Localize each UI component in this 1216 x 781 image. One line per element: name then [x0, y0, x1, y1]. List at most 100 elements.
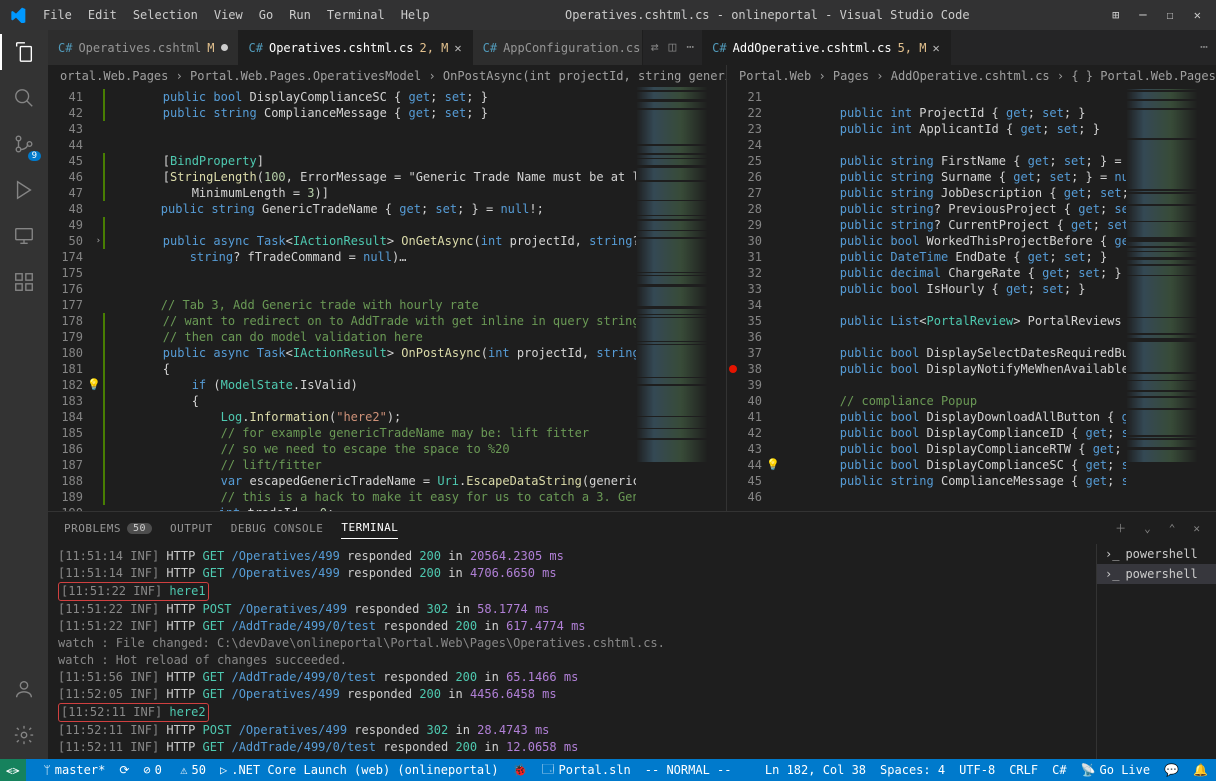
tab-Operatives-cshtml-cs[interactable]: C#Operatives.cshtml.cs 2, M ✕ — [239, 30, 473, 65]
code-line[interactable]: public bool IsHourly { get; set; } — [782, 281, 1126, 297]
code-line[interactable] — [782, 137, 1126, 153]
notifications-icon[interactable]: 🔔 — [1193, 763, 1208, 777]
code-line[interactable]: public async Task<IActionResult> OnPostA… — [103, 345, 636, 361]
tab-AppConfiguration-cs[interactable]: C#AppConfiguration.cs M — [473, 30, 643, 65]
remote-indicator[interactable]: ⪪⪫ — [0, 759, 26, 781]
tab-terminal[interactable]: TERMINAL — [341, 521, 398, 539]
code-line[interactable]: public decimal ChargeRate { get; set; } — [782, 265, 1126, 281]
code-line[interactable]: // lift/fitter — [103, 457, 636, 473]
tab-AddOperative-cshtml-cs[interactable]: C#AddOperative.cshtml.cs 5, M ✕ — [702, 30, 951, 65]
code-line[interactable]: public bool DisplayComplianceRTW { get; … — [782, 441, 1126, 457]
code-line[interactable]: [BindProperty] — [103, 153, 636, 169]
settings-icon[interactable] — [10, 721, 38, 749]
code-line[interactable]: public List<PortalReview> PortalReviews … — [782, 313, 1126, 329]
code-line[interactable]: int tradeId = 0; — [103, 505, 636, 511]
code-line[interactable]: public string ComplianceMessage { get; s… — [103, 105, 636, 121]
menu-terminal[interactable]: Terminal — [319, 8, 393, 22]
encoding-status[interactable]: UTF-8 — [959, 763, 995, 777]
remote-explorer-icon[interactable] — [10, 222, 38, 250]
code-line[interactable]: var escapedGenericTradeName = Uri.Escape… — [103, 473, 636, 489]
new-terminal-icon[interactable]: ＋ — [1115, 520, 1126, 536]
code-line[interactable] — [782, 89, 1126, 105]
code-line[interactable]: public bool DisplayComplianceSC { get; s… — [782, 457, 1126, 473]
tab-output[interactable]: OUTPUT — [170, 522, 213, 535]
code-line[interactable]: public bool DisplayNotifyMeWhenAvailable… — [782, 361, 1126, 377]
minimap-right[interactable] — [1126, 87, 1216, 511]
code-line[interactable] — [103, 121, 636, 137]
source-control-icon[interactable]: 9 — [10, 130, 38, 158]
code-line[interactable] — [103, 217, 636, 233]
code-line[interactable]: public string? PreviousProject { get; se… — [782, 201, 1126, 217]
code-line[interactable]: public bool DisplaySelectDatesRequiredBu… — [782, 345, 1126, 361]
code-line[interactable] — [782, 297, 1126, 313]
code-line[interactable] — [782, 377, 1126, 393]
code-line[interactable]: public string Surname { get; set; } = nu… — [782, 169, 1126, 185]
extensions-icon[interactable] — [10, 268, 38, 296]
code-line[interactable]: public bool DisplayComplianceSC { get; s… — [103, 89, 636, 105]
debug-launch[interactable]: ▷ .NET Core Launch (web) (onlineportal) — [220, 763, 499, 777]
code-line[interactable]: // compliance Popup — [782, 393, 1126, 409]
search-icon[interactable] — [10, 84, 38, 112]
breadcrumb-right[interactable]: Portal.Web › Pages › AddOperative.cshtml… — [727, 65, 1216, 87]
editor-left[interactable]: ortal.Web.Pages › Portal.Web.Pages.Opera… — [48, 65, 726, 511]
breadcrumb-left[interactable]: ortal.Web.Pages › Portal.Web.Pages.Opera… — [48, 65, 726, 87]
minimize-icon[interactable]: ─ — [1139, 8, 1146, 22]
code-line[interactable]: Log.Information("here2"); — [103, 409, 636, 425]
split-icon[interactable]: ◫ — [669, 40, 677, 55]
code-line[interactable]: public bool WorkedThisProjectBefore { ge… — [782, 233, 1126, 249]
account-icon[interactable] — [10, 675, 38, 703]
lightbulb-icon[interactable]: 💡 — [766, 457, 780, 473]
explorer-icon[interactable] — [10, 38, 38, 66]
git-branch[interactable]: ᛘ master* — [44, 763, 106, 777]
compare-icon[interactable]: ⇄ — [651, 40, 659, 55]
code-line[interactable]: public string ComplianceMessage { get; s… — [782, 473, 1126, 489]
terminal-session[interactable]: ›_ powershell — [1097, 564, 1216, 584]
editor-right[interactable]: Portal.Web › Pages › AddOperative.cshtml… — [726, 65, 1216, 511]
code-line[interactable] — [103, 265, 636, 281]
terminal-session[interactable]: ›_ powershell — [1097, 544, 1216, 564]
menu-view[interactable]: View — [206, 8, 251, 22]
close-panel-icon[interactable]: ✕ — [1193, 522, 1200, 535]
menu-help[interactable]: Help — [393, 8, 438, 22]
lightbulb-icon[interactable]: 💡 — [87, 377, 101, 393]
code-line[interactable]: { — [103, 393, 636, 409]
maximize-icon[interactable]: ☐ — [1167, 8, 1174, 22]
eol-status[interactable]: CRLF — [1009, 763, 1038, 777]
code-line[interactable]: public bool DisplayDownloadAllButton { g… — [782, 409, 1126, 425]
code-line[interactable] — [103, 137, 636, 153]
code-line[interactable]: public string FirstName { get; set; } = … — [782, 153, 1126, 169]
code-line[interactable]: public string? CurrentProject { get; set… — [782, 217, 1126, 233]
tab-problems[interactable]: PROBLEMS50 — [64, 522, 152, 535]
tab-close-icon[interactable]: ✕ — [932, 41, 939, 55]
go-live-status[interactable]: 📡 Go Live — [1081, 763, 1151, 777]
close-icon[interactable]: ✕ — [1194, 8, 1201, 22]
code-line[interactable]: // Tab 3, Add Generic trade with hourly … — [103, 297, 636, 313]
more-icon[interactable]: ⋯ — [686, 40, 694, 55]
menu-selection[interactable]: Selection — [125, 8, 206, 22]
menu-file[interactable]: File — [35, 8, 80, 22]
code-line[interactable] — [782, 329, 1126, 345]
more-icon[interactable]: ⋯ — [1200, 40, 1208, 55]
code-line[interactable]: // this is a hack to make it easy for us… — [103, 489, 636, 505]
code-line[interactable]: [StringLength(100, ErrorMessage = "Gener… — [103, 169, 636, 185]
code-line[interactable] — [782, 489, 1126, 505]
maximize-panel-icon[interactable]: ⌃ — [1169, 522, 1176, 535]
menu-go[interactable]: Go — [251, 8, 281, 22]
code-line[interactable]: public bool DisplayComplianceID { get; s… — [782, 425, 1126, 441]
code-line[interactable]: // want to redirect on to AddTrade with … — [103, 313, 636, 329]
run-debug-icon[interactable] — [10, 176, 38, 204]
tab-close-icon[interactable]: ✕ — [454, 41, 461, 55]
code-line[interactable]: public string JobDescription { get; set;… — [782, 185, 1126, 201]
menu-edit[interactable]: Edit — [80, 8, 125, 22]
fold-icon[interactable]: › — [96, 233, 101, 249]
code-line[interactable]: public async Task<IActionResult> OnGetAs… — [103, 233, 636, 249]
code-line[interactable]: // then can do model validation here — [103, 329, 636, 345]
problems-status[interactable]: ⊘ 0 ⚠ 50 — [143, 763, 206, 777]
layout-icon[interactable]: ⊞ — [1112, 8, 1119, 22]
code-line[interactable]: // for example genericTradeName may be: … — [103, 425, 636, 441]
debug-target-icon[interactable]: 🐞 — [513, 763, 528, 777]
indent-status[interactable]: Spaces: 4 — [880, 763, 945, 777]
code-line[interactable]: public int ApplicantId { get; set; } — [782, 121, 1126, 137]
minimap-left[interactable] — [636, 87, 726, 511]
terminal-output[interactable]: [11:51:14 INF] HTTP GET /Operatives/499 … — [48, 544, 1096, 759]
